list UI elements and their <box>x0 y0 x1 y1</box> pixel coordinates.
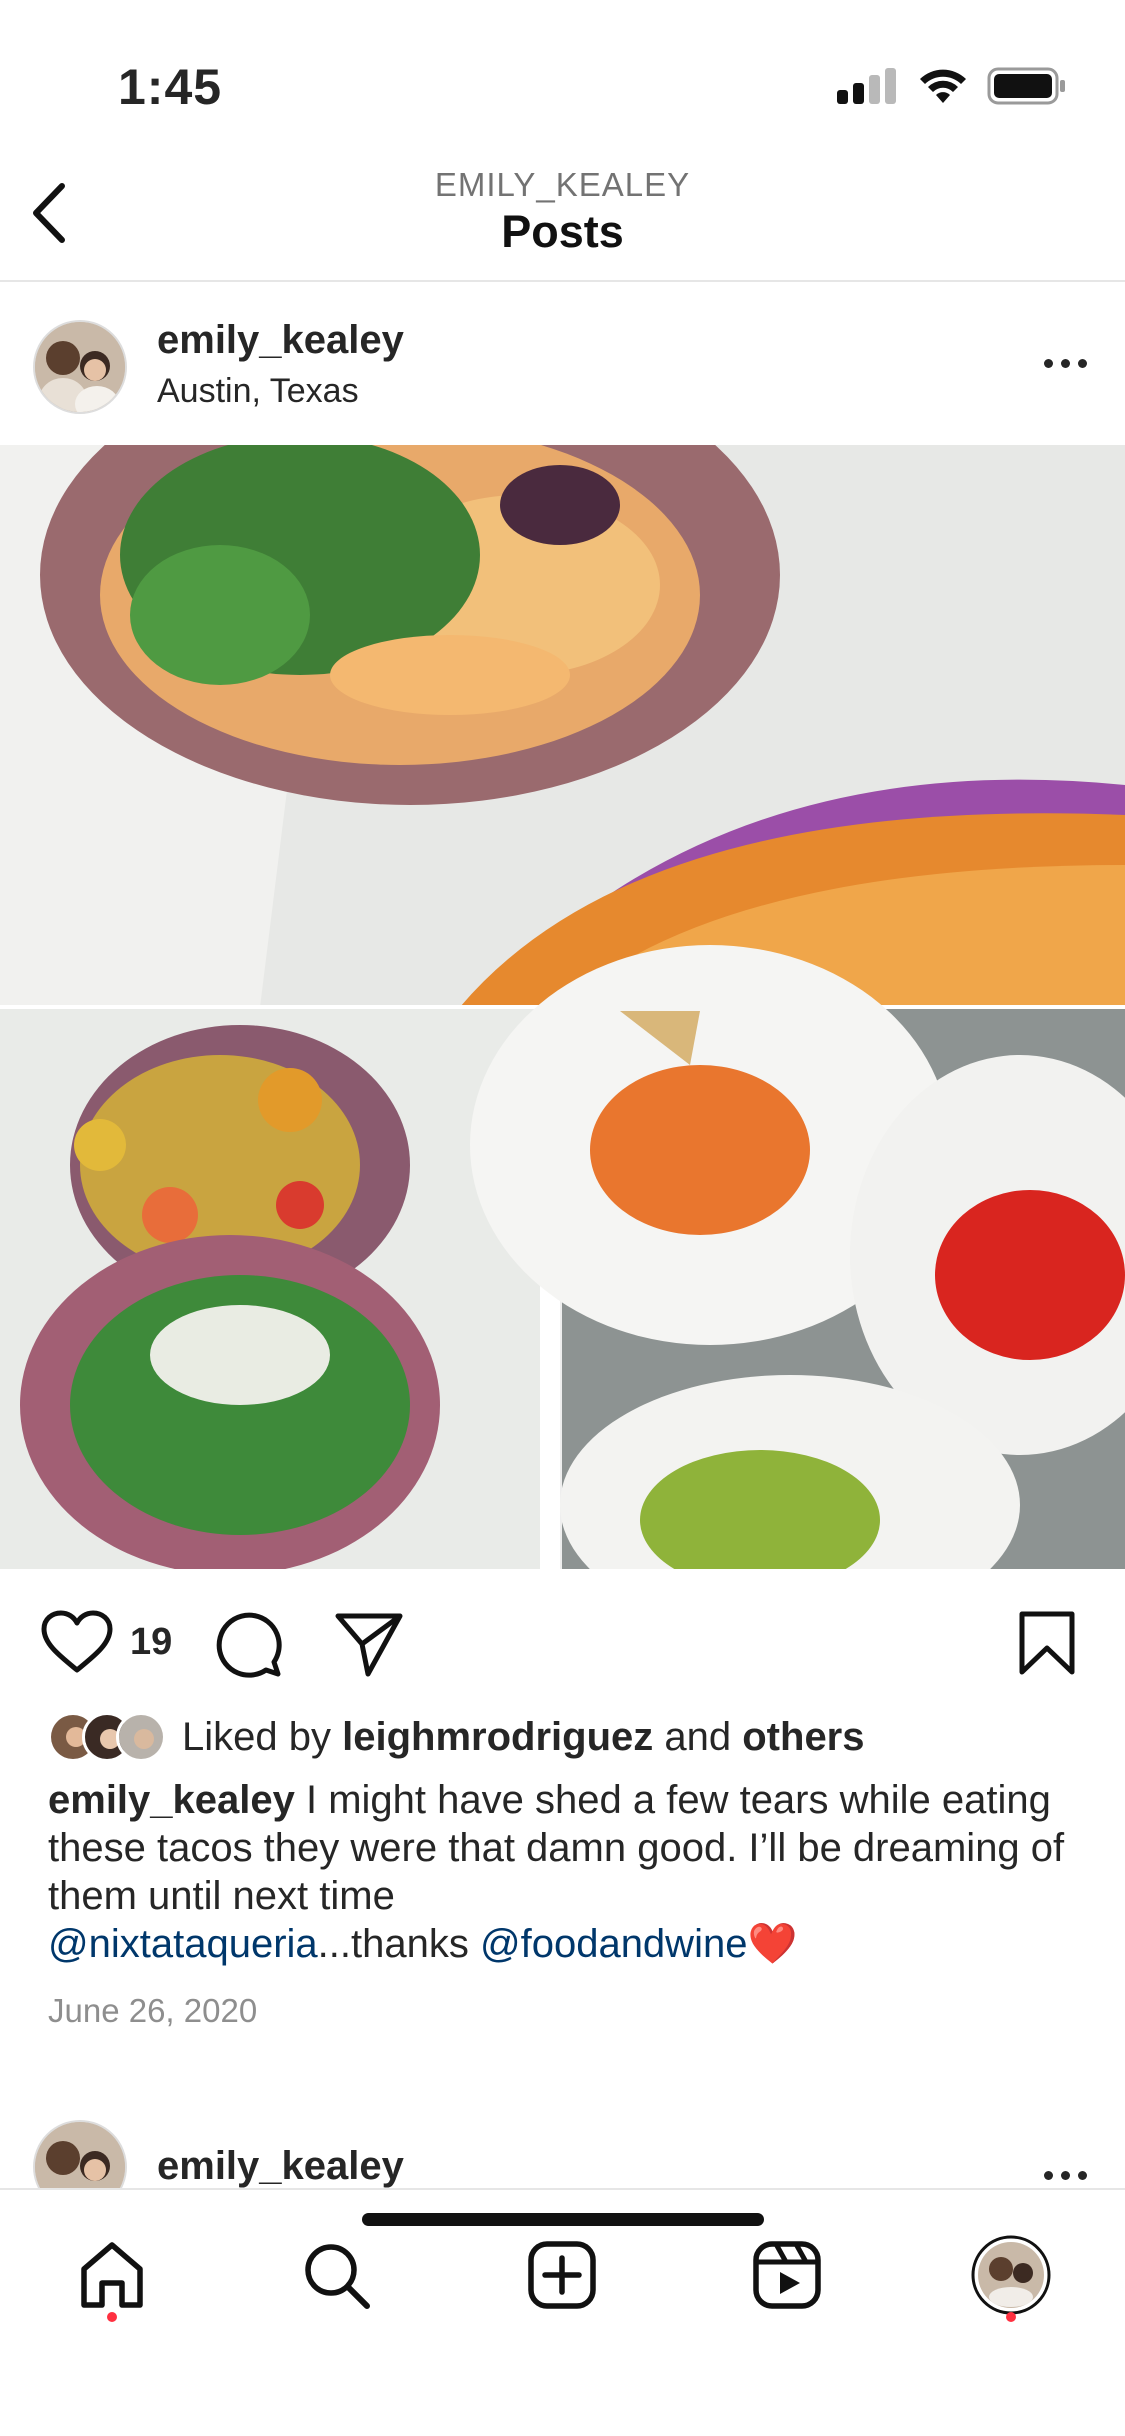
avatar <box>116 1712 166 1762</box>
avatar[interactable] <box>33 2120 127 2190</box>
tab-home[interactable] <box>67 2230 157 2320</box>
home-icon <box>81 2242 143 2308</box>
notification-dot <box>107 2312 117 2322</box>
more-dot-icon <box>1077 358 1087 368</box>
post-username[interactable]: emily_kealey <box>157 318 404 363</box>
tab-profile[interactable] <box>966 2230 1056 2320</box>
like-group: 19 <box>40 1610 172 1674</box>
send-icon <box>335 1613 403 1677</box>
more-dot-icon <box>1060 358 1070 368</box>
save-button[interactable] <box>1018 1610 1076 1676</box>
cellular-signal-icon <box>837 68 896 104</box>
comment-icon <box>216 1612 282 1678</box>
post-date: June 26, 2020 <box>48 1992 258 2029</box>
profile-avatar <box>971 2235 1051 2315</box>
next-post-header: emily_kealey <box>0 2110 1125 2190</box>
tab-reels[interactable] <box>742 2230 832 2320</box>
more-dot-icon <box>1060 2170 1070 2180</box>
liked-by-row[interactable]: Liked by leighmrodriguez and others <box>48 1712 865 1762</box>
next-post-username[interactable]: emily_kealey <box>157 2144 404 2189</box>
comment-button[interactable] <box>214 1610 284 1680</box>
caption-mention-foodandwine[interactable]: @foodandwine <box>480 1922 747 1966</box>
new-post-icon <box>528 2241 596 2309</box>
post-caption: emily_kealey I might have shed a few tea… <box>48 1776 1088 1968</box>
status-time: 1:45 <box>118 59 223 115</box>
home-indicator[interactable] <box>362 2213 764 2226</box>
liked-by-others[interactable]: others <box>742 1715 864 1760</box>
more-dot-icon <box>1043 2170 1053 2180</box>
status-bar: 1:45 <box>0 0 1125 140</box>
liked-by-user[interactable]: leighmrodriguez <box>342 1715 653 1760</box>
reels-icon <box>753 2241 821 2309</box>
post-location[interactable]: Austin, Texas <box>157 372 359 411</box>
more-options-button[interactable] <box>1035 2160 1095 2190</box>
caption-username[interactable]: emily_kealey <box>48 1778 295 1822</box>
nav-header: EMILY_KEALEY Posts <box>0 140 1125 282</box>
more-dot-icon <box>1043 358 1053 368</box>
share-button[interactable] <box>334 1610 404 1680</box>
page-title: Posts <box>501 206 624 257</box>
heart-icon[interactable] <box>40 1610 114 1674</box>
more-dot-icon <box>1077 2170 1087 2180</box>
header-username: EMILY_KEALEY <box>434 166 691 203</box>
search-icon <box>305 2244 370 2309</box>
battery-icon <box>987 67 1065 105</box>
tacos-collage-image <box>0 445 1125 1569</box>
caption-mention-nixtataqueria[interactable]: @nixtataqueria <box>48 1922 318 1966</box>
like-count[interactable]: 19 <box>130 1621 172 1664</box>
liked-by-prefix: Liked by <box>182 1714 331 1759</box>
bookmark-icon <box>1019 1611 1075 1675</box>
post-image[interactable] <box>0 445 1125 1569</box>
avatar[interactable] <box>33 320 127 414</box>
post-header: emily_kealey Austin, Texas <box>0 282 1125 445</box>
status-icons <box>837 66 1067 106</box>
liker-avatars <box>48 1712 166 1762</box>
tab-search[interactable] <box>291 2230 381 2320</box>
notification-dot <box>1006 2312 1016 2322</box>
heart-emoji: ❤️ <box>747 1922 798 1966</box>
wifi-icon <box>920 69 966 103</box>
liked-by-and: and <box>664 1714 732 1759</box>
post-actions: 19 <box>0 1590 1125 1690</box>
tab-new-post[interactable] <box>517 2230 607 2320</box>
caption-thanks: ...thanks <box>317 1922 469 1966</box>
more-options-button[interactable] <box>1035 348 1095 378</box>
